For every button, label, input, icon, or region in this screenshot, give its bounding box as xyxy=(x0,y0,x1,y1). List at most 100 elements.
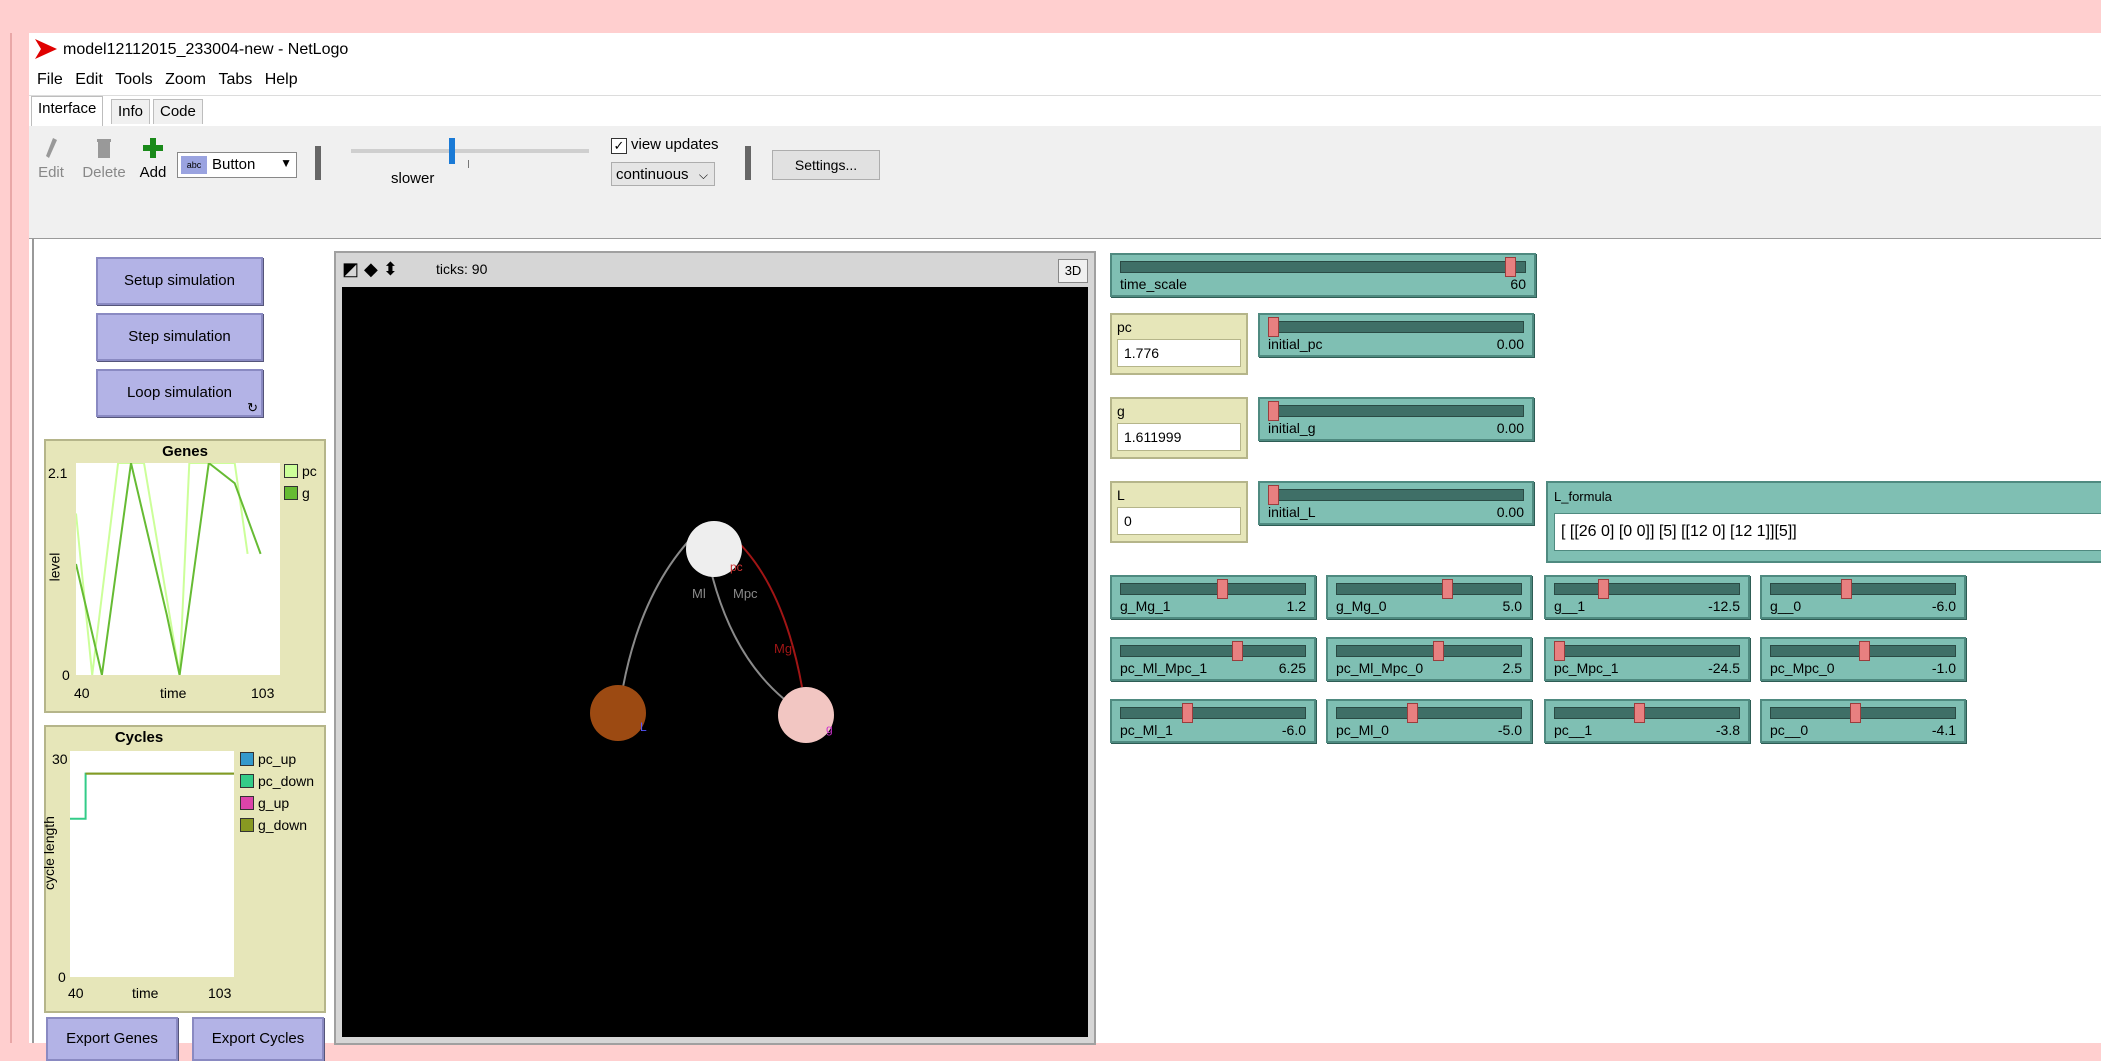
pc-mpc-0-slider[interactable]: pc_Mpc_0 -1.0 xyxy=(1760,637,1966,681)
slider-knob[interactable] xyxy=(1268,401,1279,421)
export-genes-button[interactable]: Export Genes xyxy=(46,1017,178,1061)
menu-edit[interactable]: Edit xyxy=(75,71,103,89)
step-simulation-button[interactable]: Step simulation xyxy=(96,313,263,361)
netlogo-window: model12112015_233004-new - NetLogo File … xyxy=(29,33,2101,1061)
toolbar-separator xyxy=(315,146,321,180)
g-mg-1-slider[interactable]: g_Mg_1 1.2 xyxy=(1110,575,1316,619)
slider-track xyxy=(1770,583,1956,595)
plus-icon xyxy=(143,138,163,158)
slider-knob[interactable] xyxy=(1633,703,1645,723)
l-formula-label: L_formula xyxy=(1554,489,1612,504)
speed-slider-thumb[interactable] xyxy=(448,138,455,164)
initial-pc-slider[interactable]: initial_pc 0.00 xyxy=(1258,313,1534,357)
pc-ml-0-slider[interactable]: pc_Ml_0 -5.0 xyxy=(1326,699,1532,743)
slider-track xyxy=(1120,583,1306,595)
g-1-slider[interactable]: g__1 -12.5 xyxy=(1544,575,1750,619)
cycles-legend-g-down: g_down xyxy=(240,817,307,833)
legend-swatch-g-up xyxy=(240,796,254,810)
slider-label: pc__1 xyxy=(1554,722,1593,738)
view-updates-checkbox[interactable]: ✓ xyxy=(611,138,627,154)
slider-knob[interactable] xyxy=(1505,257,1517,277)
g-0-slider[interactable]: g__0 -6.0 xyxy=(1760,575,1966,619)
slider-label: pc_Ml_0 xyxy=(1336,722,1389,738)
node-label-l: L xyxy=(640,720,647,734)
initial-l-slider[interactable]: initial_L 0.00 xyxy=(1258,481,1534,525)
genes-legend-pc: pc xyxy=(284,463,317,479)
title-bar: model12112015_233004-new - NetLogo xyxy=(29,33,2101,67)
add-tool[interactable]: Add xyxy=(135,136,171,181)
slider-knob[interactable] xyxy=(1231,641,1243,661)
pc-ml-mpc-1-slider[interactable]: pc_Ml_Mpc_1 6.25 xyxy=(1110,637,1316,681)
slider-knob[interactable] xyxy=(1268,485,1279,505)
pc-1-slider[interactable]: pc__1 -3.8 xyxy=(1544,699,1750,743)
genes-x-min: 40 xyxy=(74,685,90,701)
pc-ml-1-slider[interactable]: pc_Ml_1 -6.0 xyxy=(1110,699,1316,743)
slider-knob[interactable] xyxy=(1442,579,1454,599)
edit-tool[interactable]: Edit xyxy=(35,136,67,181)
tab-info[interactable]: Info xyxy=(111,99,151,124)
slider-knob[interactable] xyxy=(1858,641,1870,661)
menu-tools[interactable]: Tools xyxy=(115,71,152,89)
node-label-g: g xyxy=(826,722,833,736)
slider-value: 6.25 xyxy=(1278,660,1306,676)
slider-knob[interactable] xyxy=(1849,703,1861,723)
pc-0-slider[interactable]: pc__0 -4.1 xyxy=(1760,699,1966,743)
menu-file[interactable]: File xyxy=(37,71,63,89)
slider-track xyxy=(1554,645,1740,657)
widget-type-select[interactable]: abc Button ▼ xyxy=(177,152,297,178)
slider-knob[interactable] xyxy=(1268,317,1279,337)
world-canvas[interactable]: Ml Mpc Mg pc L g xyxy=(342,287,1088,1037)
g-mg-0-slider[interactable]: g_Mg_0 5.0 xyxy=(1326,575,1532,619)
slider-label: pc_Ml_1 xyxy=(1120,722,1173,738)
cycles-plot-area xyxy=(70,751,234,977)
slider-knob[interactable] xyxy=(1406,703,1418,723)
3d-view-button[interactable]: 3D xyxy=(1058,259,1088,283)
slider-track xyxy=(1120,707,1306,719)
slider-track xyxy=(1336,707,1522,719)
settings-button[interactable]: Settings... xyxy=(772,150,880,180)
slider-label: pc__0 xyxy=(1770,722,1809,738)
toolbar-separator xyxy=(745,146,751,180)
slider-track xyxy=(1554,707,1740,719)
genes-y-min: 0 xyxy=(62,667,70,683)
initial-g-slider[interactable]: initial_g 0.00 xyxy=(1258,397,1534,441)
delete-tool[interactable]: Delete xyxy=(77,136,131,181)
red-banner-mark: ʼ xyxy=(330,0,335,15)
monitor-label: pc xyxy=(1117,319,1132,335)
l-formula-value[interactable]: [ [[26 0] [0 0]] [5] [[12 0] [12 1]][5]] xyxy=(1554,513,2101,551)
tab-interface[interactable]: Interface xyxy=(31,96,104,126)
slider-knob[interactable] xyxy=(1217,579,1229,599)
add-label: Add xyxy=(139,164,167,181)
tab-code[interactable]: Code xyxy=(153,99,203,124)
slider-value: -12.5 xyxy=(1708,598,1740,614)
slider-label: initial_L xyxy=(1268,504,1316,520)
menu-tabs[interactable]: Tabs xyxy=(218,71,252,89)
genes-plot-area xyxy=(75,461,280,676)
menu-zoom[interactable]: Zoom xyxy=(165,71,206,89)
time-scale-slider[interactable]: time_scale 60 xyxy=(1110,253,1536,297)
genes-plot: Genes 2.1 0 level 40 time 103 pc g xyxy=(44,439,326,713)
pc-mpc-1-slider[interactable]: pc_Mpc_1 -24.5 xyxy=(1544,637,1750,681)
menu-help[interactable]: Help xyxy=(265,71,298,89)
slider-knob[interactable] xyxy=(1554,641,1565,661)
slider-knob[interactable] xyxy=(1598,579,1610,599)
export-cycles-button[interactable]: Export Cycles xyxy=(192,1017,324,1061)
genes-plot-title: Genes xyxy=(162,443,208,460)
slider-knob[interactable] xyxy=(1840,579,1852,599)
view-control-icons[interactable]: ◩ ◆ ⬍ xyxy=(342,259,398,280)
slider-value: -1.0 xyxy=(1931,660,1956,676)
slider-label: g__0 xyxy=(1770,598,1802,614)
loop-simulation-button[interactable]: Loop simulation ↻ xyxy=(96,369,263,417)
cycles-xlabel: time xyxy=(132,985,159,1001)
slider-track xyxy=(1120,261,1526,273)
button-widget-icon: abc xyxy=(181,156,207,174)
node-l[interactable] xyxy=(590,685,646,741)
slider-knob[interactable] xyxy=(1181,703,1193,723)
setup-simulation-button[interactable]: Setup simulation xyxy=(96,257,263,305)
pc-ml-mpc-0-slider[interactable]: pc_Ml_Mpc_0 2.5 xyxy=(1326,637,1532,681)
update-mode-select[interactable]: continuous ⌵ xyxy=(611,162,715,186)
slider-knob[interactable] xyxy=(1433,641,1445,661)
speed-slider-track[interactable] xyxy=(351,149,589,153)
series-line-g xyxy=(75,461,262,676)
slider-label: pc_Mpc_1 xyxy=(1554,660,1619,676)
